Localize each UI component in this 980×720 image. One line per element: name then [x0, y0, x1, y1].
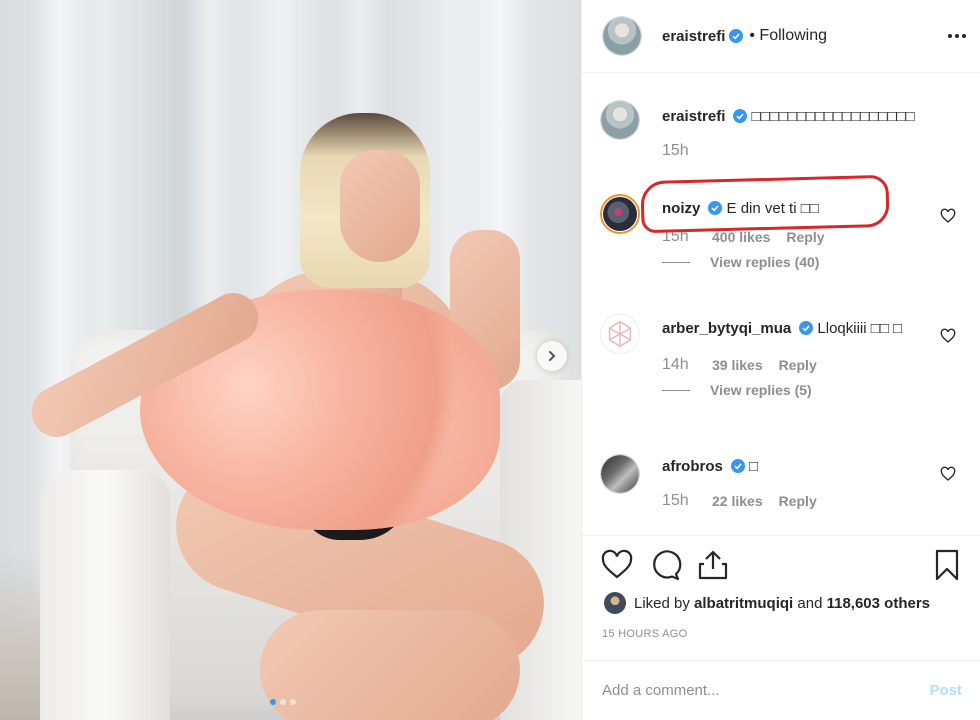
avatar[interactable]	[602, 16, 642, 56]
comment-likes[interactable]: 22 likes	[712, 493, 763, 509]
post-timestamp: 15 HOURS AGO	[602, 628, 688, 640]
verified-icon	[708, 201, 723, 215]
figure-leg	[260, 610, 520, 720]
verified-icon	[799, 321, 814, 335]
post-header: eraistrefi • Following	[582, 0, 980, 73]
view-replies-button[interactable]: View replies (40)	[662, 254, 966, 270]
comment-time: 15h	[662, 228, 689, 245]
liked-by-others[interactable]: 118,603 others	[827, 595, 930, 612]
liked-by-user[interactable]: albatritmuqiqi	[694, 595, 793, 612]
comment-item: arber_bytyqi_mua Lloqkiiii □□ □ 14h 39 l…	[600, 314, 966, 398]
liked-by: Liked by albatritmuqiqi and 118,603 othe…	[604, 592, 930, 614]
comment-author[interactable]: afrobros	[662, 458, 723, 475]
avatar[interactable]	[600, 314, 640, 354]
carousel-dots	[270, 699, 296, 705]
comment-author[interactable]: eraistrefi	[662, 108, 725, 125]
reply-button[interactable]: Reply	[786, 229, 824, 245]
post-modal: eraistrefi • Following eraistrefi □□□□□□…	[0, 0, 980, 720]
more-icon	[948, 34, 952, 38]
comment-time: 15h	[662, 142, 689, 159]
heart-icon[interactable]	[940, 208, 956, 224]
figure-face	[340, 150, 420, 262]
comment-time: 15h	[662, 492, 689, 509]
chevron-right-icon	[549, 351, 556, 361]
share-icon[interactable]	[696, 548, 730, 582]
caption-text: □□□□□□□□□□□□□□□□□□	[751, 108, 915, 125]
heart-icon[interactable]	[940, 328, 956, 344]
armchair-arm	[40, 470, 170, 720]
comment-text: Lloqkiiii □□ □	[817, 320, 903, 337]
comment-item: afrobros □ 15h 22 likes Reply	[600, 454, 966, 510]
comment-input[interactable]	[602, 682, 930, 699]
comment-text: E din vet ti □□	[726, 200, 819, 217]
comment-list[interactable]: eraistrefi □□□□□□□□□□□□□□□□□□ 15h noizy …	[582, 74, 980, 535]
brand-logo	[608, 320, 632, 348]
avatar[interactable]	[600, 454, 640, 494]
view-replies-button[interactable]: View replies (5)	[662, 382, 966, 398]
verified-icon	[733, 109, 748, 123]
heart-icon[interactable]	[940, 466, 956, 482]
comment-likes[interactable]: 39 likes	[712, 357, 763, 373]
reply-button[interactable]: Reply	[779, 493, 817, 509]
comment-likes[interactable]: 400 likes	[712, 229, 770, 245]
following-button[interactable]: • Following	[749, 27, 827, 45]
heart-icon[interactable]	[600, 548, 634, 582]
more-options-button[interactable]	[948, 28, 966, 44]
comment-author[interactable]: arber_bytyqi_mua	[662, 320, 791, 337]
bookmark-icon[interactable]	[930, 548, 964, 582]
post-photo[interactable]	[0, 0, 581, 720]
verified-icon	[729, 29, 744, 43]
reply-button[interactable]: Reply	[779, 357, 817, 373]
post-author[interactable]: eraistrefi	[662, 28, 725, 45]
avatar[interactable]	[600, 194, 640, 234]
post-sidebar: eraistrefi • Following eraistrefi □□□□□□…	[581, 0, 980, 720]
comment-text: □	[749, 458, 759, 475]
comment-item: noizy E din vet ti □□ 15h 400 likes Repl…	[600, 194, 966, 270]
caption: eraistrefi □□□□□□□□□□□□□□□□□□ 15h	[600, 100, 966, 160]
carousel-dot[interactable]	[280, 699, 286, 705]
post-button[interactable]: Post	[929, 682, 962, 699]
carousel-dot[interactable]	[270, 699, 276, 705]
post-actions	[582, 535, 980, 593]
next-slide-button[interactable]	[537, 341, 567, 371]
comment-time: 14h	[662, 356, 689, 373]
comment-box: Post	[582, 660, 980, 720]
comment-icon[interactable]	[648, 548, 682, 582]
carousel-dot[interactable]	[290, 699, 296, 705]
comment-author[interactable]: noizy	[662, 200, 700, 217]
avatar[interactable]	[604, 592, 626, 614]
avatar[interactable]	[600, 100, 640, 140]
verified-icon	[730, 459, 745, 473]
